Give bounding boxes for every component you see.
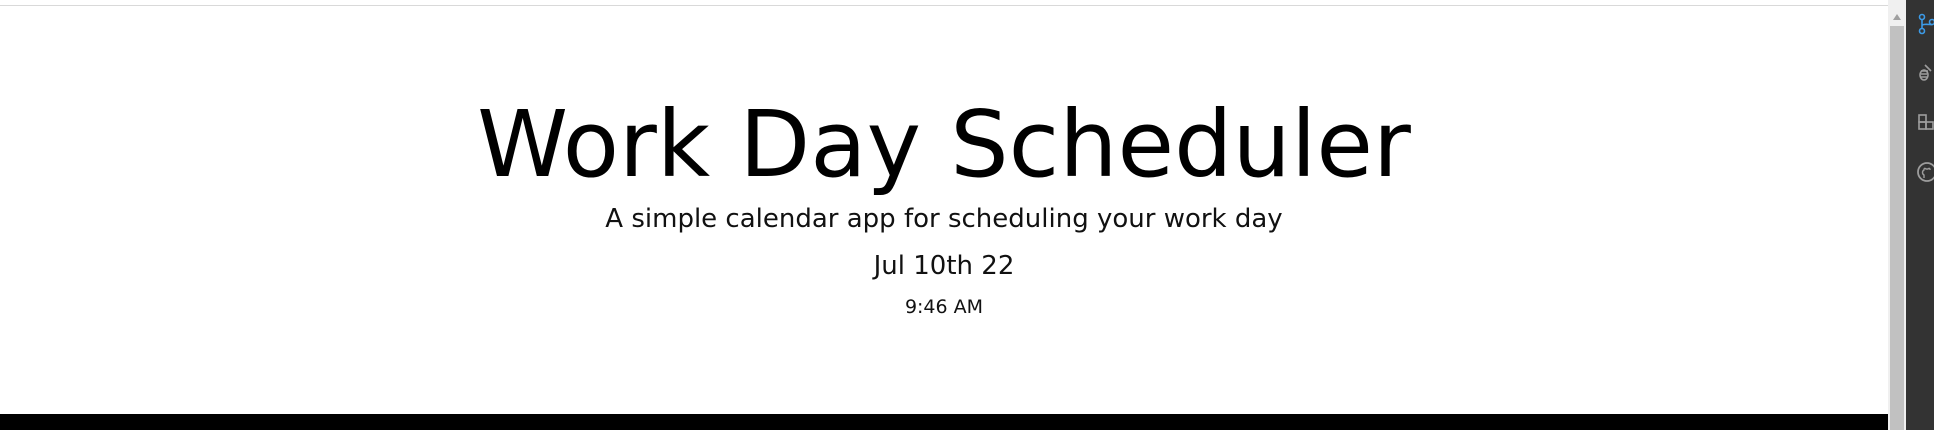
scroll-up-arrow-icon[interactable] [1888, 8, 1906, 26]
editor-side-panel [1906, 0, 1934, 430]
app-description: A simple calendar app for scheduling you… [605, 204, 1283, 234]
source-control-icon[interactable] [1916, 12, 1934, 36]
page-title: Work Day Scheduler [477, 91, 1411, 198]
browser-viewport: Work Day Scheduler A simple calendar app… [0, 0, 1888, 430]
timeblock-top-border [0, 414, 1888, 430]
current-time: 9:46 AM [904, 296, 984, 318]
debug-icon[interactable] [1916, 62, 1934, 86]
current-day: Jul 10th 22 [873, 251, 1015, 281]
scrollbar-thumb[interactable] [1890, 26, 1904, 430]
extensions-icon[interactable] [1916, 112, 1934, 136]
jumbotron-header: Work Day Scheduler A simple calendar app… [0, 6, 1888, 414]
github-icon[interactable] [1916, 160, 1934, 184]
